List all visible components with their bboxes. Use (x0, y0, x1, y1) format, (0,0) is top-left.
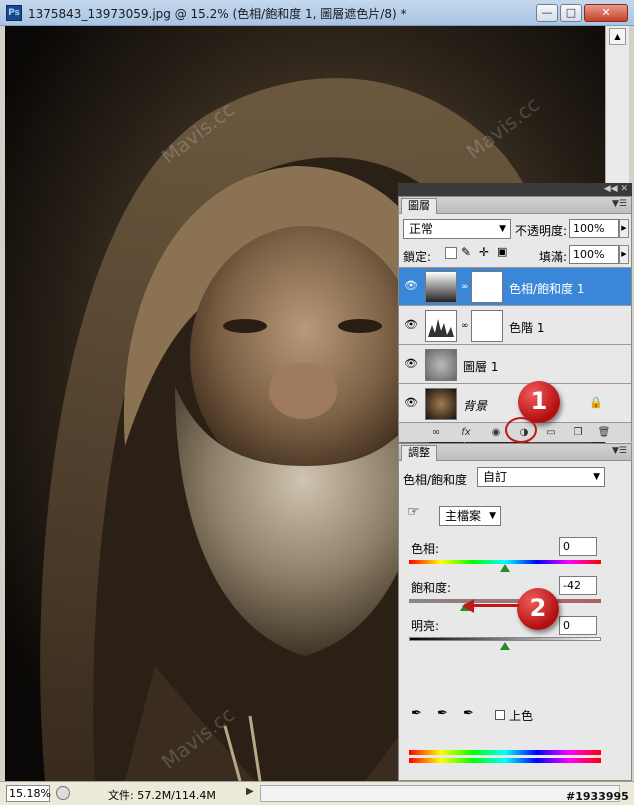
status-menu-icon[interactable]: ▶ (246, 786, 254, 797)
group-icon[interactable]: ▭ (544, 426, 558, 439)
eyedropper-plus-icon[interactable]: ✒ (437, 706, 448, 721)
lightness-field[interactable]: 0 (559, 616, 597, 635)
preset-value: 自訂 (483, 470, 508, 484)
colorize-checkbox[interactable] (495, 710, 505, 720)
ps-icon: Ps (6, 5, 22, 21)
trash-icon[interactable]: 🗑 (597, 426, 611, 439)
link-icon[interactable]: ∞ (429, 426, 443, 439)
lightness-slider-thumb[interactable] (500, 642, 510, 650)
layer-thumb (425, 349, 457, 381)
eye-icon[interactable]: 👁 (402, 279, 420, 293)
fx-icon[interactable]: fx (459, 426, 473, 439)
callout-ring (505, 417, 537, 443)
lock-label: 鎖定: (403, 250, 432, 264)
layer-name: 色階 1 (509, 321, 545, 335)
color-bar-top (409, 750, 601, 755)
link-icon[interactable]: ∞ (461, 321, 469, 331)
saturation-label: 飽和度: (411, 581, 452, 595)
blend-mode-select[interactable]: 正常 ▼ (403, 219, 511, 239)
panel-dock-strip[interactable]: ◀◀ ✕ (398, 183, 632, 196)
lightness-label: 明亮: (411, 619, 440, 633)
layer-name: 圖層 1 (463, 360, 499, 374)
callout-badge: 2 (517, 588, 559, 630)
close-icon[interactable]: ✕ (584, 4, 628, 22)
adjustments-tabbar: 調整 ▼☰ (399, 444, 631, 461)
window-title: 1375843_13973059.jpg @ 15.2% (色相/飽和度 1, … (28, 7, 407, 21)
collapse-icon[interactable]: ◀◀ ✕ (604, 183, 628, 195)
lightness-slider-track[interactable] (409, 637, 601, 641)
opacity-label: 不透明度: (515, 224, 568, 238)
color-bar-bottom (409, 758, 601, 763)
doc-size: 文件: 57.2M/114.4M (108, 789, 216, 802)
chevron-down-icon: ▼ (489, 511, 496, 521)
channel-select[interactable]: 主檔案 ▼ (439, 506, 501, 526)
fill-field[interactable]: 100% (569, 245, 619, 264)
lock-move-icon[interactable]: ✛ (479, 245, 489, 259)
eye-icon[interactable]: 👁 (402, 357, 420, 371)
eyedropper-icon[interactable]: ✒ (411, 706, 422, 721)
window-titlebar[interactable]: Ps 1375843_13973059.jpg @ 15.2% (色相/飽和度 … (0, 0, 634, 26)
colorize-label: 上色 (509, 709, 534, 723)
levels-thumb-icon (425, 310, 457, 342)
hue-saturation-thumb-icon (425, 271, 457, 303)
layer-row[interactable]: 👁 圖層 1 (399, 346, 631, 384)
layer-name: 色相/飽和度 1 (509, 282, 585, 296)
panel-menu-icon[interactable]: ▼☰ (612, 199, 627, 209)
lock-brush-icon[interactable]: ✎ (461, 245, 471, 259)
eye-icon[interactable]: 👁 (402, 318, 420, 332)
layer-name: 背景 (463, 399, 488, 413)
link-icon[interactable]: ∞ (461, 282, 469, 292)
saturation-field[interactable]: -42 (559, 576, 597, 595)
mask-icon[interactable]: ◉ (489, 426, 503, 439)
tab-layers[interactable]: 圖層 (401, 198, 437, 214)
fill-label: 填滿: (539, 250, 568, 264)
hand-adjust-icon[interactable]: ☞ (407, 504, 420, 520)
preset-select[interactable]: 自訂 ▼ (477, 467, 605, 487)
status-bar: 15.18% 文件: 57.2M/114.4M ▶ (0, 781, 634, 805)
chevron-down-icon: ▼ (593, 472, 600, 482)
background-thumb (425, 388, 457, 420)
minimize-icon[interactable]: — (536, 4, 558, 22)
restore-icon[interactable]: □ (560, 4, 582, 22)
adjustment-type-label: 色相/飽和度 (403, 473, 468, 487)
layers-tabbar: 圖層 ▼☰ (399, 197, 631, 214)
blend-mode-value: 正常 (409, 222, 434, 236)
layer-mask-thumb[interactable] (471, 310, 503, 342)
saturation-slider-track[interactable] (409, 599, 601, 603)
fill-arrow-icon[interactable]: ▶ (619, 245, 629, 264)
panel-menu-icon[interactable]: ▼☰ (612, 446, 627, 456)
hue-slider-thumb[interactable] (500, 564, 510, 572)
adjustments-panel: 調整 ▼☰ 色相/飽和度 自訂 ▼ ☞ 主檔案 ▼ 色相: 0 飽和度: -42… (398, 443, 632, 781)
layers-panel: 圖層 ▼☰ 正常 ▼ 不透明度: 100% ▶ 鎖定: ✎ ✛ ▣ 填滿: 10… (398, 196, 632, 442)
eye-icon[interactable]: 👁 (402, 396, 420, 410)
lock-transparent-icon[interactable] (445, 247, 457, 259)
layer-mask-thumb[interactable] (471, 271, 503, 303)
opacity-field[interactable]: 100% (569, 219, 619, 238)
tab-adjustments[interactable]: 調整 (401, 445, 437, 461)
opacity-arrow-icon[interactable]: ▶ (619, 219, 629, 238)
status-info-icon[interactable] (56, 786, 70, 800)
arrow-left-icon (462, 599, 474, 613)
channel-value: 主檔案 (445, 509, 482, 523)
hue-label: 色相: (411, 542, 440, 556)
arrow-shaft (473, 604, 519, 607)
image-credit: #1933995 (566, 790, 629, 803)
new-layer-icon[interactable]: ❐ (571, 426, 585, 439)
eyedropper-minus-icon[interactable]: ✒ (463, 706, 474, 721)
lock-icon: 🔒 (589, 396, 603, 409)
scroll-up-icon[interactable]: ▲ (609, 28, 626, 45)
zoom-field[interactable]: 15.18% (6, 785, 51, 802)
chevron-down-icon: ▼ (499, 224, 506, 234)
hue-field[interactable]: 0 (559, 537, 597, 556)
layer-row[interactable]: 👁 ∞ 色階 1 (399, 307, 631, 345)
layer-row[interactable]: 👁 ∞ 色相/飽和度 1 (399, 268, 631, 306)
lock-all-icon[interactable]: ▣ (497, 245, 507, 258)
